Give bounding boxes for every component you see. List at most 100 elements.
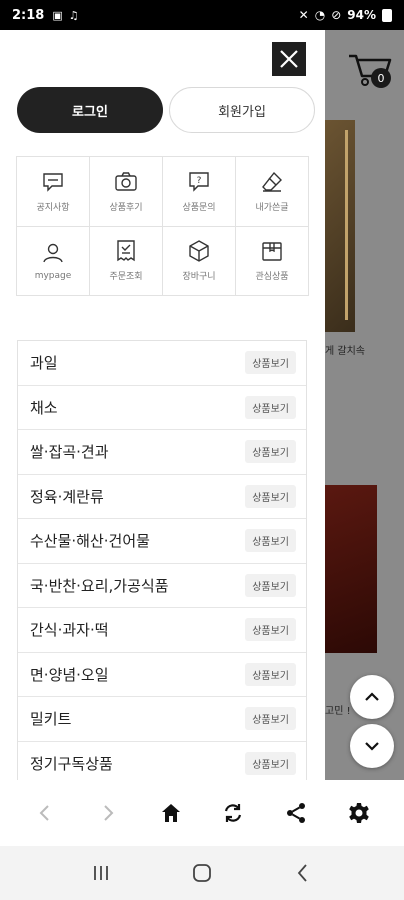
quick-menu-label: 공지사항 xyxy=(36,202,70,213)
home-system-button[interactable] xyxy=(182,853,222,893)
svg-text:?: ? xyxy=(197,176,202,186)
quick-menu-mypage[interactable]: mypage xyxy=(17,226,90,296)
user-icon xyxy=(43,243,63,263)
product-caption: 고민 ! xyxy=(325,706,351,717)
category-name: 쌀·잡곡·견과 xyxy=(30,443,109,462)
close-icon xyxy=(280,50,298,68)
view-products-button[interactable]: 상품보기 xyxy=(245,529,296,553)
category-row[interactable]: 간식·과자·떡 상품보기 xyxy=(18,608,306,653)
category-row[interactable]: 국·반찬·요리,가공식품 상품보기 xyxy=(18,564,306,608)
quick-menu-label: 상품후기 xyxy=(109,202,143,213)
chevron-up-icon xyxy=(365,692,379,701)
auth-buttons: 로그인 회원가입 xyxy=(17,87,315,133)
mute-icon: ✕ xyxy=(298,8,309,22)
category-row[interactable]: 쌀·잡곡·견과 상품보기 xyxy=(18,430,306,475)
view-products-button[interactable]: 상품보기 xyxy=(245,662,296,686)
share-icon xyxy=(286,803,305,823)
scroll-bottom-button[interactable] xyxy=(350,724,394,768)
quick-menu-notice[interactable]: 공지사항 xyxy=(17,157,90,227)
category-row[interactable]: 정기구독상품 상품보기 xyxy=(18,742,306,781)
back-button[interactable] xyxy=(25,793,65,833)
battery-percent: 94% xyxy=(347,8,376,22)
battery-icon xyxy=(382,8,392,22)
image-notification-icon: ▣ xyxy=(52,8,63,22)
receipt-icon xyxy=(117,240,135,262)
recent-apps-icon xyxy=(93,866,108,880)
status-bar: 2:18 ▣ ♫ ✕ ◔ ⊘ 94% xyxy=(0,0,404,30)
view-products-button[interactable]: 상품보기 xyxy=(245,440,296,464)
recent-apps-button[interactable] xyxy=(81,853,121,893)
gift-box-icon xyxy=(262,242,282,261)
share-button[interactable] xyxy=(276,793,316,833)
status-notification-icons: ▣ ♫ xyxy=(52,9,78,22)
back-system-icon xyxy=(298,864,307,882)
product-image-chopsticks[interactable] xyxy=(325,120,355,332)
bell-notification-icon: ♫ xyxy=(68,8,79,22)
forward-button[interactable] xyxy=(88,793,128,833)
category-row[interactable]: 과일 상품보기 xyxy=(18,341,306,386)
chevron-down-icon xyxy=(365,742,379,751)
scroll-top-button[interactable] xyxy=(350,675,394,719)
system-nav-bar xyxy=(0,846,404,900)
cart-count-badge: 0 xyxy=(371,68,391,88)
category-name: 수산물·해산·건어물 xyxy=(30,532,150,551)
quick-menu-label: 주문조회 xyxy=(109,272,143,283)
category-name: 간식·과자·떡 xyxy=(30,621,109,640)
close-button[interactable] xyxy=(272,42,306,76)
side-drawer: 로그인 회원가입 공지사항 상품후기 ? 상품문의 내가쓴글 mypage 주문… xyxy=(0,30,325,780)
refresh-icon xyxy=(225,804,242,822)
back-system-button[interactable] xyxy=(283,853,323,893)
product-image-seafood[interactable] xyxy=(325,485,377,653)
forward-icon xyxy=(104,805,114,821)
browser-toolbar xyxy=(0,780,404,846)
category-name: 면·양념·오일 xyxy=(30,665,109,684)
status-time: 2:18 xyxy=(12,7,45,23)
category-list: 과일 상품보기 채소 상품보기 쌀·잡곡·견과 상품보기 정육·계란류 상품보기 수산물… xyxy=(17,340,307,780)
quick-menu-label: 상품문의 xyxy=(182,202,216,213)
category-row[interactable]: 면·양념·오일 상품보기 xyxy=(18,653,306,697)
quick-menu-cart[interactable]: 장바구니 xyxy=(163,226,236,296)
eraser-icon xyxy=(262,171,282,192)
quick-menu-inquiry[interactable]: ? 상품문의 xyxy=(163,157,236,227)
quick-menu-wishlist[interactable]: 관심상품 xyxy=(236,226,309,296)
dnd-icon: ⊘ xyxy=(331,8,342,22)
background-page: 0 게 갈치속 고민 ! xyxy=(325,30,404,780)
login-button[interactable]: 로그인 xyxy=(17,87,163,133)
category-name: 정기구독상품 xyxy=(30,754,113,773)
category-name: 채소 xyxy=(30,398,58,417)
home-system-icon xyxy=(193,864,211,882)
category-row[interactable]: 밀키트 상품보기 xyxy=(18,697,306,742)
box-icon xyxy=(189,240,209,263)
quick-menu-label: 내가쓴글 xyxy=(255,202,289,213)
view-products-button[interactable]: 상품보기 xyxy=(245,751,296,775)
quick-menu-review[interactable]: 상품후기 xyxy=(90,157,163,227)
refresh-button[interactable] xyxy=(213,793,253,833)
settings-button[interactable] xyxy=(339,793,379,833)
view-products-button[interactable]: 상품보기 xyxy=(245,573,296,597)
category-row[interactable]: 수산물·해산·건어물 상품보기 xyxy=(18,519,306,564)
view-products-button[interactable]: 상품보기 xyxy=(245,351,296,375)
review-camera-icon xyxy=(115,172,137,191)
home-icon xyxy=(161,804,180,822)
question-icon: ? xyxy=(189,172,209,192)
notice-icon xyxy=(43,173,63,192)
quick-menu-label: mypage xyxy=(34,270,72,281)
category-row[interactable]: 정육·계란류 상품보기 xyxy=(18,475,306,519)
view-products-button[interactable]: 상품보기 xyxy=(245,395,296,419)
home-button[interactable] xyxy=(151,793,191,833)
quick-menu-orders[interactable]: 주문조회 xyxy=(90,226,163,296)
view-products-button[interactable]: 상품보기 xyxy=(245,484,296,508)
product-caption: 게 갈치속 xyxy=(325,346,365,357)
category-name: 과일 xyxy=(30,354,58,373)
category-name: 국·반찬·요리,가공식품 xyxy=(30,576,169,595)
quick-menu-my-posts[interactable]: 내가쓴글 xyxy=(236,157,309,227)
category-name: 밀키트 xyxy=(30,710,72,729)
view-products-button[interactable]: 상품보기 xyxy=(245,707,296,731)
category-row[interactable]: 채소 상품보기 xyxy=(18,386,306,430)
category-name: 정육·계란류 xyxy=(30,487,104,506)
back-icon xyxy=(39,805,50,821)
quick-menu-label: 장바구니 xyxy=(182,272,216,283)
join-button[interactable]: 회원가입 xyxy=(169,87,315,133)
view-products-button[interactable]: 상품보기 xyxy=(245,618,296,642)
wifi-icon: ◔ xyxy=(314,8,326,22)
